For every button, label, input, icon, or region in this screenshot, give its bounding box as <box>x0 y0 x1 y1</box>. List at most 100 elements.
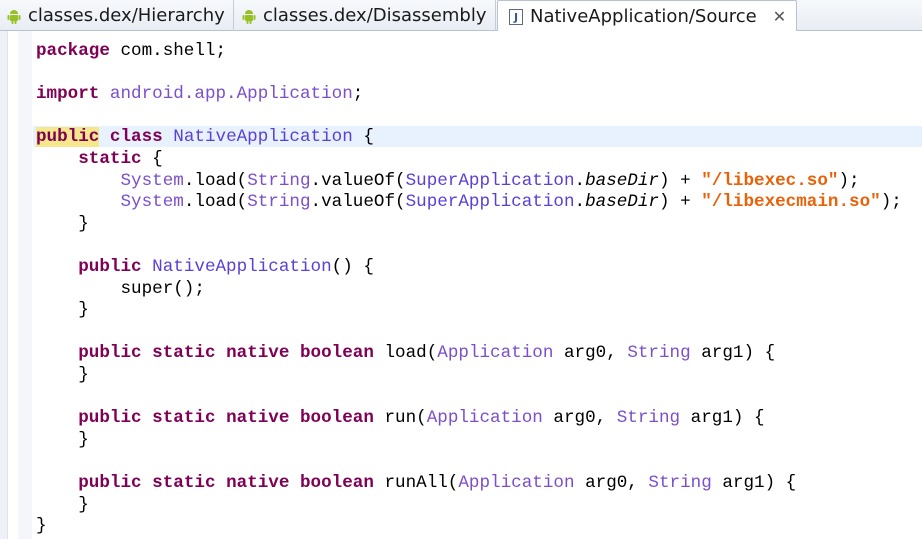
code-line: super(); <box>36 278 205 300</box>
tab-label: NativeApplication/Source <box>530 6 757 27</box>
code-token: "/libexecmain.so" <box>701 192 881 213</box>
code-token: static <box>78 149 142 169</box>
code-line: public NativeApplication() { <box>36 256 374 278</box>
code-token: public <box>78 343 142 364</box>
code-token: .load( <box>183 192 248 213</box>
code-token: System <box>120 170 184 191</box>
code-line: public class NativeApplication { <box>36 126 374 148</box>
code-token: arg0, <box>553 343 628 364</box>
code-token: package <box>36 41 110 61</box>
code-line: } <box>36 494 89 516</box>
code-token: arg1) { <box>711 473 797 493</box>
code-token: Application <box>458 473 575 493</box>
code-token: load( <box>373 343 438 364</box>
code-token: static <box>152 473 216 493</box>
code-line: } <box>36 429 89 451</box>
java-file-icon: J <box>509 8 523 25</box>
code-token: } <box>36 300 89 321</box>
code-token: baseDir <box>585 192 659 213</box>
code-token: public <box>78 257 142 277</box>
code-token: { <box>141 149 163 169</box>
code-line: } <box>36 515 47 537</box>
code-line: package com.shell; <box>36 40 226 62</box>
code-token: public <box>78 408 142 429</box>
code-token: runAll( <box>373 473 459 493</box>
code-line: System.load(String.valueOf(SuperApplicat… <box>36 170 859 192</box>
code-line: public static native boolean run(Applica… <box>36 407 765 429</box>
code-line: public static native boolean runAll(Appl… <box>36 472 796 494</box>
source-editor[interactable]: package com.shell; import android.app.App… <box>0 31 922 539</box>
code-token: ); <box>880 192 902 213</box>
vertical-ruler <box>0 31 8 539</box>
tab-label: classes.dex/Hierarchy <box>28 5 225 26</box>
code-token: com.shell; <box>109 41 227 61</box>
code-token: ) + <box>658 192 702 213</box>
code-token: SuperApplication <box>405 192 575 213</box>
tab-label: classes.dex/Disassembly <box>263 5 487 26</box>
code-token: super(); <box>36 278 205 299</box>
code-token: .valueOf( <box>310 192 406 213</box>
tab-classes-dex-hierarchy[interactable]: classes.dex/Hierarchy <box>0 0 234 31</box>
tab-classes-dex-disassembly[interactable]: classes.dex/Disassembly <box>234 0 496 31</box>
code-token: "/libexec.so" <box>701 170 839 191</box>
code-token: Application <box>426 408 543 429</box>
code-token: System <box>120 192 184 213</box>
android-icon <box>242 9 256 24</box>
code-line: System.load(String.valueOf(SuperApplicat… <box>36 191 902 213</box>
code-token: static <box>152 408 216 429</box>
code-token: } <box>36 365 89 385</box>
code-token: String <box>247 192 311 213</box>
code-token: . <box>574 170 586 191</box>
code-token: native <box>226 408 290 429</box>
code-token: import <box>36 84 100 105</box>
code-token: boolean <box>300 408 374 429</box>
code-token: native <box>226 473 290 493</box>
code-line: public static native boolean load(Applic… <box>36 342 775 364</box>
code-token: boolean <box>300 343 374 364</box>
code-token: boolean <box>300 473 374 493</box>
tab-nativeapplication-source[interactable]: J NativeApplication/Source ✕ <box>497 0 797 32</box>
code-token: String <box>616 408 681 429</box>
close-tab-icon[interactable]: ✕ <box>773 7 786 26</box>
code-token: arg0, <box>574 473 649 493</box>
code-token: } <box>36 494 89 515</box>
code-token: native <box>226 343 290 364</box>
code-token: Application <box>437 343 554 364</box>
code-token: { <box>352 127 374 148</box>
code-line: static { <box>36 148 163 170</box>
code-token: arg1) { <box>680 408 765 429</box>
annotation-ruler <box>18 31 32 539</box>
code-token: String <box>648 473 712 493</box>
code-token: } <box>36 516 47 537</box>
code-token: arg0, <box>542 408 617 429</box>
code-token: String <box>627 343 691 364</box>
code-token: NativeApplication <box>173 127 353 148</box>
code-token: .valueOf( <box>310 170 406 191</box>
code-token: } <box>36 213 89 234</box>
code-token: baseDir <box>585 170 659 191</box>
svg-text:J: J <box>513 11 518 24</box>
code-line: } <box>36 213 89 235</box>
code-line: import android.app.Application; <box>36 83 363 105</box>
code-token: NativeApplication <box>152 257 332 277</box>
code-token: ) + <box>658 170 702 191</box>
code-token: . <box>574 192 586 213</box>
code-token: .load( <box>183 170 248 191</box>
